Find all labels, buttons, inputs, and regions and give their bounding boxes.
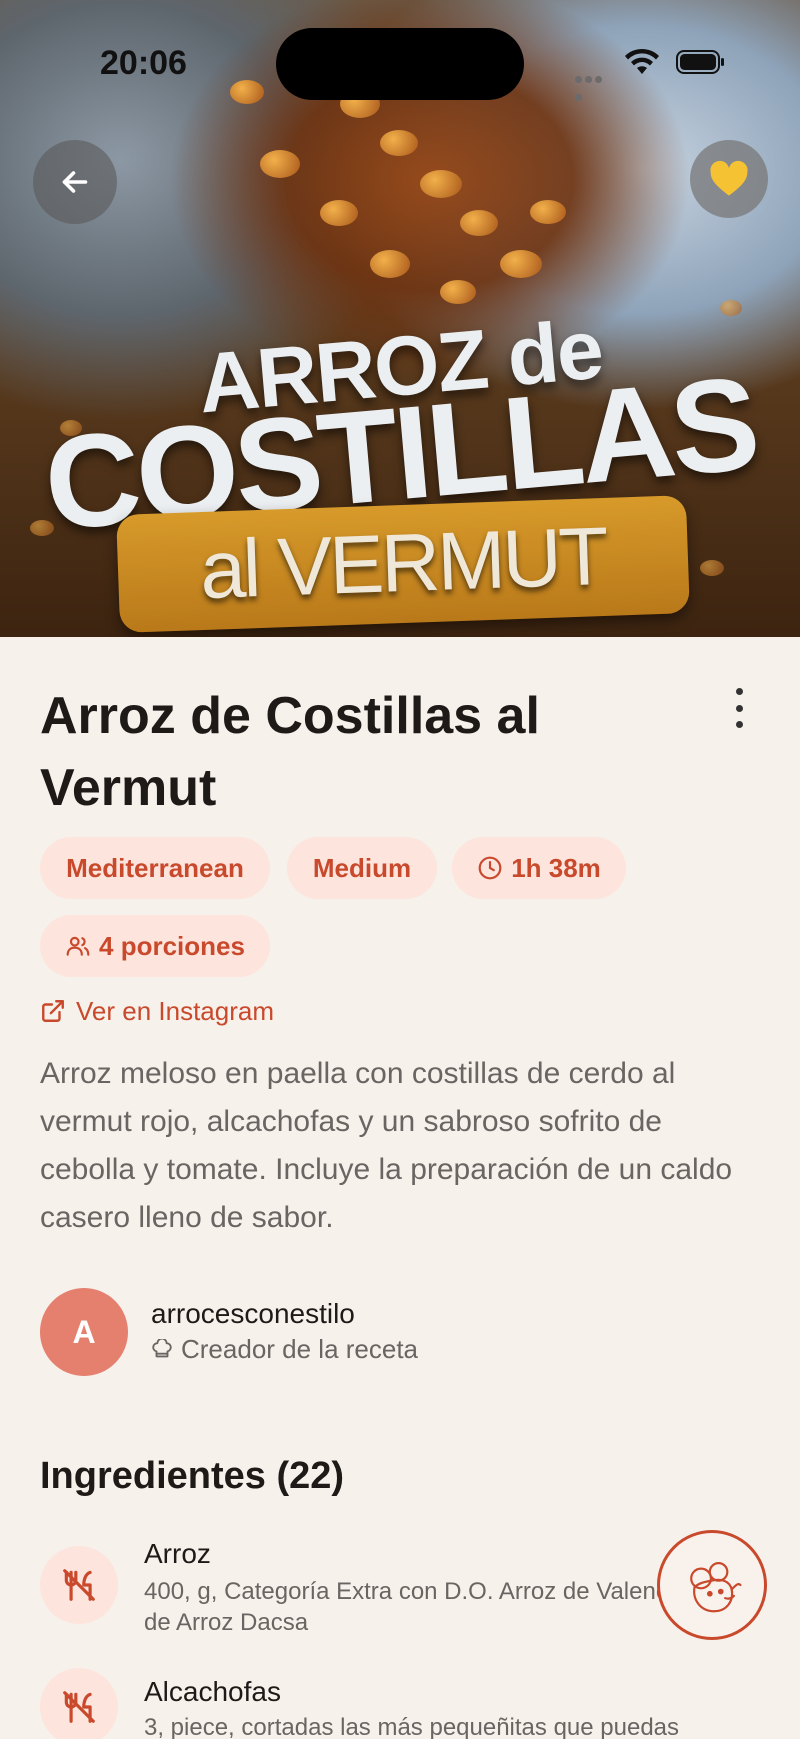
difficulty-chip: Medium [287,837,437,899]
status-time: 20:06 [100,44,187,82]
dynamic-island [276,28,524,100]
servings-label: 4 porciones [99,930,245,961]
time-label: 1h 38m [511,852,601,883]
chef-hat-icon [152,1338,172,1357]
instagram-link-label: Ver en Instagram [76,995,274,1026]
clock-icon [478,856,502,880]
author-username[interactable]: arrocesconestilo [151,1298,355,1330]
external-link-icon [42,1000,64,1022]
difficulty-label: Medium [312,852,412,883]
more-options-button[interactable] [724,688,754,728]
recipe-title: Arroz de Costillas al Vermut [40,687,540,817]
utensils-icon [63,1569,95,1601]
ingredient-icon [40,1668,118,1739]
author-role-label: Creador de la receta [181,1334,419,1364]
ingredient-name: Alcachofas [144,1676,281,1707]
ingredient-name: Arroz [144,1538,211,1569]
back-button[interactable] [33,140,117,224]
cellular-signal-icon [575,70,613,101]
arrow-left-icon [62,171,88,193]
ingredient-detail-cont: de Arroz Dacsa [144,1609,309,1636]
heart-icon [710,160,748,196]
utensils-icon [63,1691,95,1723]
more-vertical-icon [735,688,743,695]
cuisine-chip: Mediterranean [40,837,270,899]
wifi-icon [625,48,659,74]
hero-overlay-line3: al VERMUT [198,510,608,617]
cuisine-label: Mediterranean [66,852,244,883]
ingredients-heading: Ingredientes (22) [40,1455,345,1497]
instagram-link[interactable]: Ver en Instagram [40,993,274,1029]
time-chip: 1h 38m [452,837,626,899]
recipe-description: Arroz meloso en paella con costillas de … [40,1057,733,1234]
favorite-button[interactable] [690,140,768,218]
ingredient-detail: 3, piece, cortadas las más pequeñitas qu… [144,1714,680,1739]
users-icon [66,936,90,956]
author-avatar[interactable]: A [40,1288,128,1376]
author-role: Creador de la receta [151,1334,418,1365]
ingredient-icon [40,1546,118,1624]
battery-icon [676,50,724,74]
servings-chip: 4 porciones [40,915,270,977]
mouse-chef-icon [690,1562,742,1613]
assistant-button[interactable] [657,1530,767,1640]
